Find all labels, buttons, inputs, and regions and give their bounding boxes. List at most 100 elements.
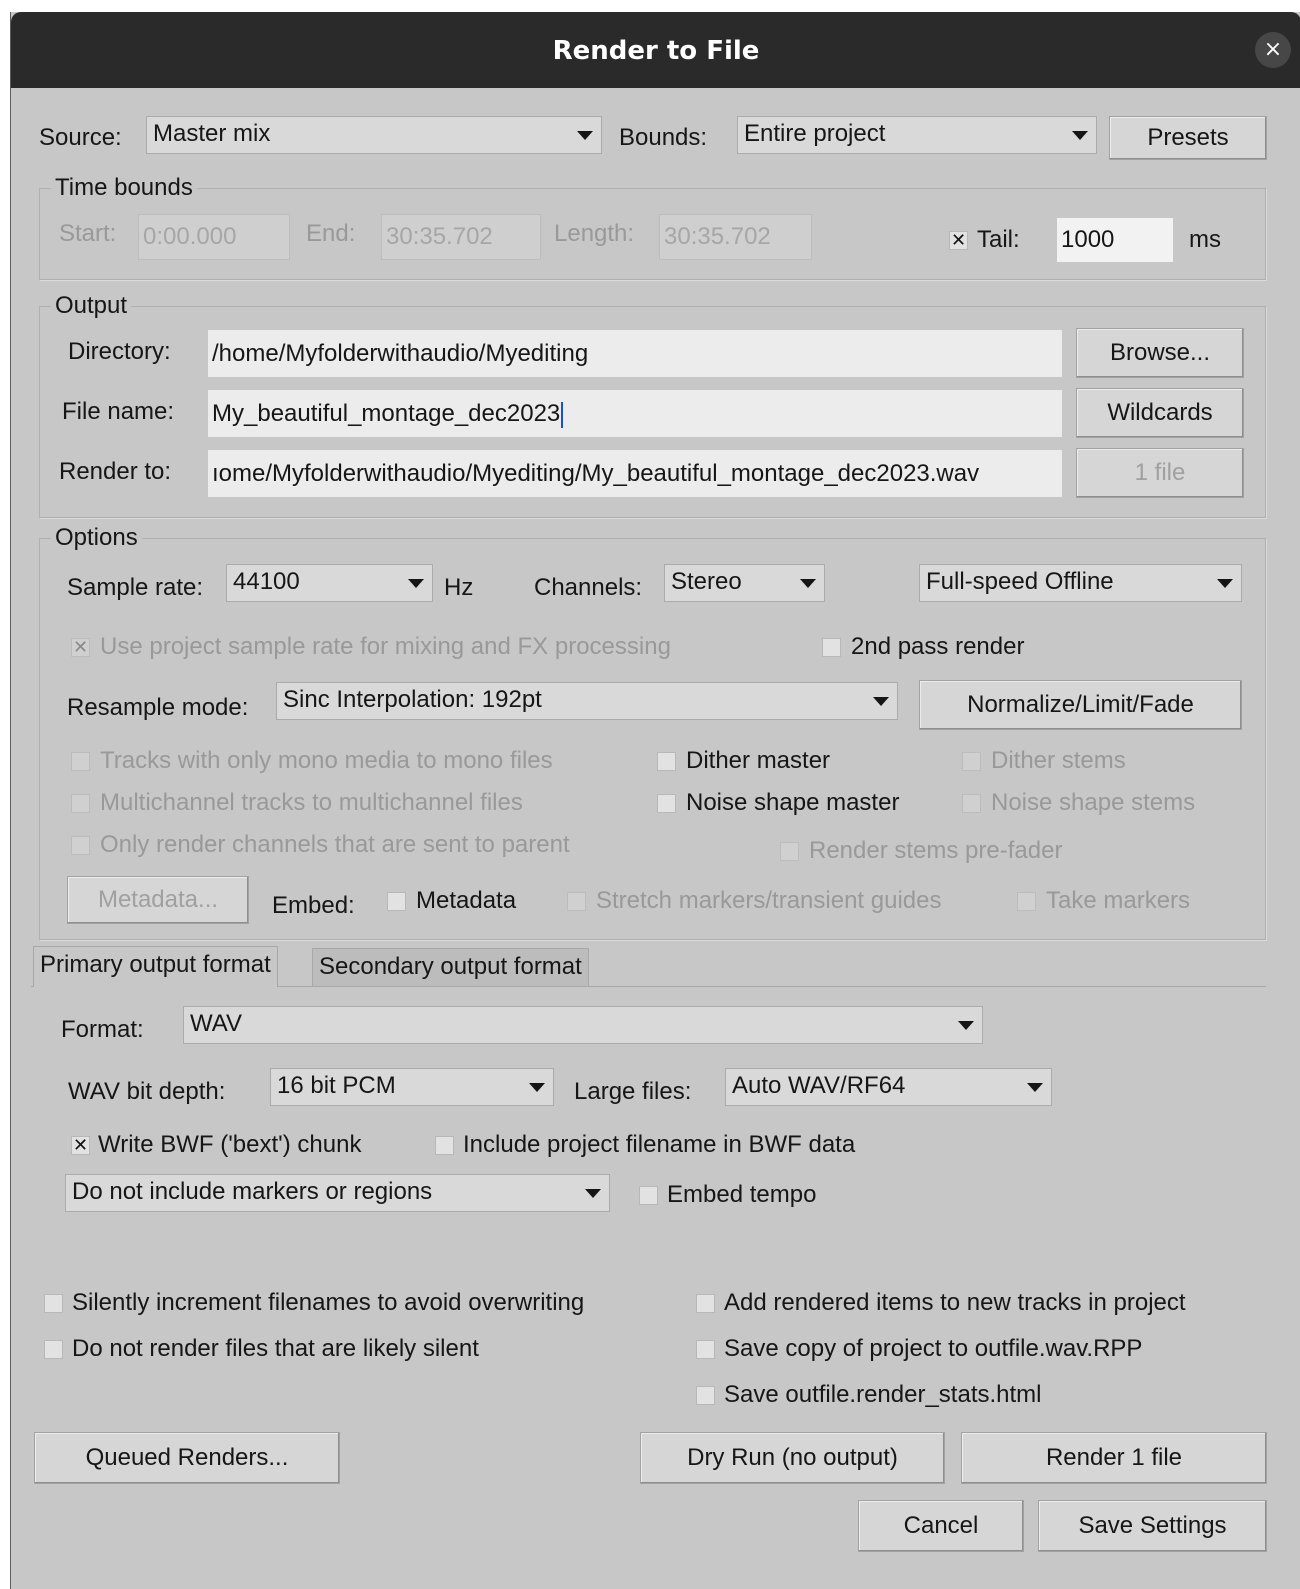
large-files-value: Auto WAV/RF64: [732, 1072, 906, 1099]
bounds-select[interactable]: Entire project: [737, 116, 1097, 154]
silently-increment-checkbox[interactable]: [44, 1294, 63, 1313]
channels-label: Channels:: [534, 574, 643, 601]
render-speed-select[interactable]: Full-speed Offline: [919, 564, 1242, 602]
silently-increment-label: Silently increment filenames to avoid ov…: [72, 1289, 585, 1316]
tab-primary-output-format[interactable]: Primary output format: [33, 946, 278, 987]
embed-metadata-checkbox[interactable]: [387, 892, 406, 911]
mono-tracks-checkbox[interactable]: [71, 752, 90, 771]
source-value: Master mix: [153, 120, 271, 147]
chevron-down-icon: [958, 1021, 974, 1030]
cancel-button[interactable]: Cancel: [858, 1500, 1024, 1552]
resample-select[interactable]: Sinc Interpolation: 192pt: [276, 682, 898, 720]
embed-metadata-label: Metadata: [416, 887, 517, 914]
embed-take-label: Take markers: [1046, 887, 1191, 914]
save-stats-checkbox[interactable]: [696, 1386, 715, 1405]
embed-label: Embed:: [272, 892, 355, 919]
options-title: Options: [51, 524, 142, 552]
large-files-select[interactable]: Auto WAV/RF64: [725, 1068, 1052, 1106]
no-silent-checkbox[interactable]: [44, 1340, 63, 1359]
wildcards-button[interactable]: Wildcards: [1076, 388, 1244, 438]
chevron-down-icon: [1027, 1083, 1043, 1092]
dither-master-label: Dither master: [686, 747, 831, 774]
dither-stems-label: Dither stems: [991, 747, 1126, 774]
render-dialog: Render to File × Source: Master mix Boun…: [10, 12, 1300, 1589]
length-label: Length:: [554, 220, 635, 247]
tail-unit: ms: [1189, 226, 1221, 253]
dialog-title: Render to File: [552, 36, 760, 66]
presets-button[interactable]: Presets: [1109, 116, 1267, 160]
directory-field[interactable]: /home/Myfolderwithaudio/Myediting: [208, 330, 1062, 377]
second-pass-checkbox[interactable]: [822, 638, 841, 657]
noise-stems-checkbox[interactable]: [962, 794, 981, 813]
text-caret: [561, 401, 564, 428]
include-filename-label: Include project filename in BWF data: [463, 1131, 856, 1158]
render-button[interactable]: Render 1 file: [961, 1432, 1267, 1484]
tail-checkbox[interactable]: ✕: [949, 231, 968, 250]
use-project-rate-label: Use project sample rate for mixing and F…: [100, 633, 671, 660]
queued-renders-button[interactable]: Queued Renders...: [34, 1432, 340, 1484]
include-filename-checkbox[interactable]: [435, 1136, 454, 1155]
mono-tracks-label: Tracks with only mono media to mono file…: [100, 747, 553, 774]
chevron-down-icon: [577, 131, 593, 140]
source-select[interactable]: Master mix: [146, 116, 602, 154]
resample-value: Sinc Interpolation: 192pt: [283, 686, 542, 713]
save-copy-checkbox[interactable]: [696, 1340, 715, 1359]
only-parent-label: Only render channels that are sent to pa…: [100, 831, 570, 858]
dither-stems-checkbox[interactable]: [962, 752, 981, 771]
browse-button[interactable]: Browse...: [1076, 328, 1244, 378]
save-stats-label: Save outfile.render_stats.html: [724, 1381, 1042, 1408]
filename-label: File name:: [62, 398, 175, 425]
files-count-button[interactable]: 1 file: [1076, 448, 1244, 498]
length-field[interactable]: 30:35.702: [659, 214, 812, 260]
tail-field[interactable]: 1000: [1057, 218, 1173, 262]
add-items-checkbox[interactable]: [696, 1294, 715, 1313]
stems-prefader-checkbox[interactable]: [780, 842, 799, 861]
embed-tempo-checkbox[interactable]: [639, 1186, 658, 1205]
renderto-field[interactable]: ıome/Myfolderwithaudio/Myediting/My_beau…: [208, 450, 1062, 497]
chevron-down-icon: [1217, 579, 1233, 588]
bounds-value: Entire project: [744, 120, 886, 147]
channels-value: Stereo: [671, 568, 742, 595]
dither-master-checkbox[interactable]: [657, 752, 676, 771]
only-parent-checkbox[interactable]: [71, 836, 90, 855]
resample-label: Resample mode:: [67, 694, 249, 721]
large-files-label: Large files:: [574, 1078, 692, 1105]
channels-select[interactable]: Stereo: [664, 564, 825, 602]
start-field[interactable]: 0:00.000: [138, 214, 290, 260]
sample-rate-select[interactable]: 44100: [226, 564, 433, 602]
bounds-label: Bounds:: [619, 124, 708, 151]
metadata-button[interactable]: Metadata...: [67, 876, 249, 924]
use-project-rate-checkbox[interactable]: ✕: [71, 638, 90, 657]
directory-label: Directory:: [68, 338, 171, 365]
bwf-label: Write BWF ('bext') chunk: [98, 1131, 362, 1158]
source-label: Source:: [39, 124, 122, 151]
markers-select[interactable]: Do not include markers or regions: [65, 1174, 610, 1212]
embed-stretch-checkbox[interactable]: [567, 892, 586, 911]
noise-master-checkbox[interactable]: [657, 794, 676, 813]
format-select[interactable]: WAV: [183, 1006, 983, 1044]
save-settings-button[interactable]: Save Settings: [1038, 1500, 1267, 1552]
stems-prefader-label: Render stems pre-fader: [809, 837, 1063, 864]
end-field[interactable]: 30:35.702: [381, 214, 541, 260]
close-icon[interactable]: ×: [1255, 32, 1291, 68]
filename-field[interactable]: My_beautiful_montage_dec2023: [208, 390, 1062, 437]
output-title: Output: [51, 292, 132, 320]
embed-stretch-label: Stretch markers/transient guides: [596, 887, 942, 914]
embed-take-checkbox[interactable]: [1017, 892, 1036, 911]
filename-value: My_beautiful_montage_dec2023: [212, 400, 561, 427]
title-bar[interactable]: Render to File ×: [11, 12, 1300, 88]
dry-run-button[interactable]: Dry Run (no output): [640, 1432, 945, 1484]
multichannel-checkbox[interactable]: [71, 794, 90, 813]
sample-rate-label: Sample rate:: [67, 574, 204, 601]
embed-tempo-label: Embed tempo: [667, 1181, 817, 1208]
tail-label: Tail:: [977, 226, 1020, 253]
bitdepth-select[interactable]: 16 bit PCM: [270, 1068, 554, 1106]
bwf-checkbox[interactable]: ✕: [71, 1136, 90, 1155]
tab-secondary-output-format[interactable]: Secondary output format: [312, 948, 589, 986]
hz-label: Hz: [444, 574, 474, 601]
no-silent-label: Do not render files that are likely sile…: [72, 1335, 479, 1362]
bitdepth-label: WAV bit depth:: [68, 1078, 226, 1105]
multichannel-label: Multichannel tracks to multichannel file…: [100, 789, 523, 816]
normalize-button[interactable]: Normalize/Limit/Fade: [919, 680, 1242, 730]
chevron-down-icon: [529, 1083, 545, 1092]
